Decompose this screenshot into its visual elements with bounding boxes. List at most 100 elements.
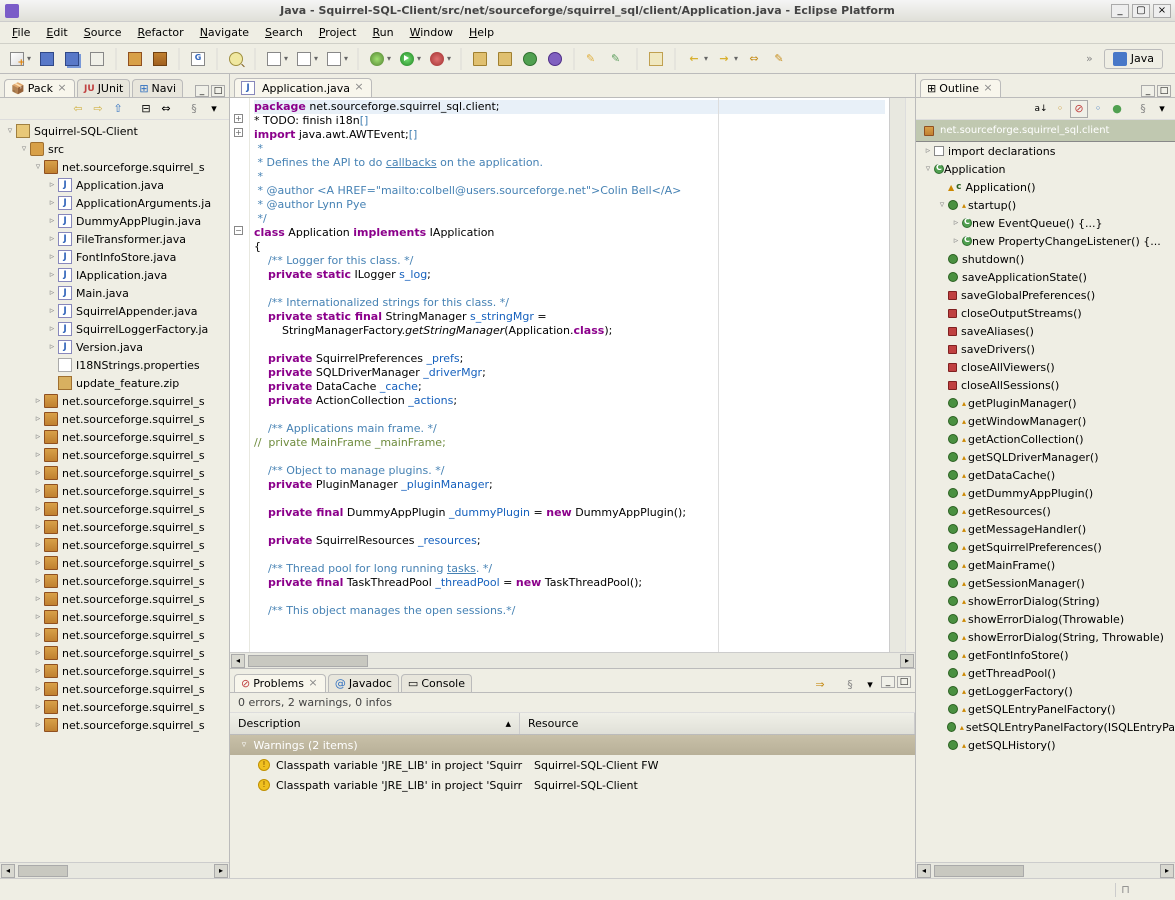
menu-edit[interactable]: Edit (38, 23, 75, 42)
maximize-button[interactable]: ▢ (1132, 4, 1150, 18)
tree-src[interactable]: ▿src (0, 140, 229, 158)
outline-method[interactable]: ▴getLoggerFactory() (916, 682, 1175, 700)
menu-navigate[interactable]: Navigate (192, 23, 257, 42)
tree-pkg[interactable]: ▹net.sourceforge.squirrel_s (0, 536, 229, 554)
outline-method[interactable]: ▴showErrorDialog(String) (916, 592, 1175, 610)
tab-package-explorer[interactable]: 📦Pack× (4, 79, 75, 97)
menu-run[interactable]: Run (365, 23, 402, 42)
outline-constructor[interactable]: ▲cApplication() (916, 178, 1175, 196)
view-menu-icon[interactable]: § (1134, 100, 1152, 118)
save-all-button[interactable] (61, 48, 83, 70)
outline-method[interactable]: ▴getPluginManager() (916, 394, 1175, 412)
tree-pkg-main[interactable]: ▿net.sourceforge.squirrel_s (0, 158, 229, 176)
outline-method[interactable]: ▴getThreadPool() (916, 664, 1175, 682)
new-button[interactable] (6, 48, 28, 70)
gc-icon[interactable]: ⊓ (1115, 883, 1135, 897)
link-editor-icon[interactable]: ⇔ (157, 101, 175, 117)
tree-file[interactable]: ▹JVersion.java (0, 338, 229, 356)
tree-pkg[interactable]: ▹net.sourceforge.squirrel_s (0, 716, 229, 734)
outline-class[interactable]: ▿Application (916, 160, 1175, 178)
tree-file[interactable]: update_feature.zip (0, 374, 229, 392)
new-java-if[interactable] (544, 48, 566, 70)
outline-method[interactable]: closeAllSessions() (916, 376, 1175, 394)
outline-anon-class[interactable]: ▹new PropertyChangeListener() {... (916, 232, 1175, 250)
editor-hscrollbar[interactable]: ◂▸ (230, 652, 915, 668)
perspective-java[interactable]: Java (1104, 49, 1163, 69)
menu-window[interactable]: Window (402, 23, 461, 42)
new-java-project[interactable] (469, 48, 491, 70)
tab-outline[interactable]: ⊞Outline× (920, 79, 1001, 97)
outline-method[interactable]: ▴getMessageHandler() (916, 520, 1175, 538)
close-button[interactable]: × (1153, 4, 1171, 18)
hide-fields-icon[interactable]: ◦ (1051, 100, 1069, 118)
sort-icon[interactable]: a↓ (1032, 100, 1050, 118)
forward-button[interactable]: → (713, 48, 735, 70)
hide-nonpublic-icon[interactable]: ◦ (1089, 100, 1107, 118)
hide-static-icon[interactable]: ⊘ (1070, 100, 1088, 118)
annotate-button[interactable] (263, 48, 285, 70)
outline-method[interactable]: saveApplicationState() (916, 268, 1175, 286)
ext-tools-button[interactable] (426, 48, 448, 70)
minimize-button[interactable]: _ (1111, 4, 1129, 18)
menu-search[interactable]: Search (257, 23, 311, 42)
menu-source[interactable]: Source (76, 23, 130, 42)
outline-method[interactable]: ▴getDummyAppPlugin() (916, 484, 1175, 502)
menu-file[interactable]: File (4, 23, 38, 42)
menu-refactor[interactable]: Refactor (130, 23, 192, 42)
package-explorer-tree[interactable]: ▿Squirrel-SQL-Client▿src▿net.sourceforge… (0, 120, 229, 862)
outline-method[interactable]: ▴getDataCache() (916, 466, 1175, 484)
back-icon[interactable]: ⇦ (69, 101, 87, 117)
filter-icon[interactable]: § (185, 101, 203, 117)
forward-icon[interactable]: ⇨ (89, 101, 107, 117)
outline-method[interactable]: saveDrivers() (916, 340, 1175, 358)
outline-method[interactable]: saveAliases() (916, 322, 1175, 340)
open-type-button[interactable]: G (187, 48, 209, 70)
tree-pkg[interactable]: ▹net.sourceforge.squirrel_s (0, 482, 229, 500)
tree-pkg[interactable]: ▹net.sourceforge.squirrel_s (0, 608, 229, 626)
search-button[interactable] (225, 48, 247, 70)
outline-method[interactable]: ▴getActionCollection() (916, 430, 1175, 448)
outline-method[interactable]: ▴setSQLEntryPanelFactory(ISQLEntryPa (916, 718, 1175, 736)
tree-project[interactable]: ▿Squirrel-SQL-Client (0, 122, 229, 140)
back-button[interactable]: ← (683, 48, 705, 70)
outline-method[interactable]: ▴getSQLEntryPanelFactory() (916, 700, 1175, 718)
tab-javadoc[interactable]: @Javadoc (328, 674, 399, 692)
outline-hscrollbar[interactable]: ◂▸ (916, 862, 1175, 878)
tab-navigator[interactable]: ⊞Navi (132, 79, 183, 97)
hscrollbar[interactable]: ◂▸ (0, 862, 229, 878)
debug-button[interactable] (366, 48, 388, 70)
link-button[interactable]: ⇔ (743, 48, 765, 70)
outline-method[interactable]: ▴getSquirrelPreferences() (916, 538, 1175, 556)
print-button[interactable] (86, 48, 108, 70)
editor-tab-application[interactable]: J Application.java × (234, 78, 372, 97)
new-java-pkg[interactable] (494, 48, 516, 70)
tree-pkg[interactable]: ▹net.sourceforge.squirrel_s (0, 428, 229, 446)
tree-pkg[interactable]: ▹net.sourceforge.squirrel_s (0, 626, 229, 644)
outline-method[interactable]: closeOutputStreams() (916, 304, 1175, 322)
outline-method[interactable]: ▴showErrorDialog(String, Throwable) (916, 628, 1175, 646)
outline-method[interactable]: ▴getFontInfoStore() (916, 646, 1175, 664)
wand2-button[interactable]: ✎ (607, 48, 629, 70)
menu-project[interactable]: Project (311, 23, 365, 42)
hide-local-icon[interactable]: ● (1108, 100, 1126, 118)
tab-console[interactable]: ▭Console (401, 674, 472, 692)
tree-pkg[interactable]: ▹net.sourceforge.squirrel_s (0, 554, 229, 572)
open-resource[interactable] (645, 48, 667, 70)
outline-startup[interactable]: ▿▴startup() (916, 196, 1175, 214)
tree-pkg[interactable]: ▹net.sourceforge.squirrel_s (0, 446, 229, 464)
view-menu-icon[interactable]: § (841, 676, 859, 692)
menu-icon[interactable]: ▾ (1153, 100, 1171, 118)
wand-button[interactable]: ✎ (582, 48, 604, 70)
nav-back-button[interactable] (293, 48, 315, 70)
editor[interactable]: ++− package net.sourceforge.squirrel_sql… (230, 98, 915, 652)
menu-help[interactable]: Help (461, 23, 502, 42)
tree-pkg[interactable]: ▹net.sourceforge.squirrel_s (0, 644, 229, 662)
maximize-view-icon[interactable]: □ (897, 676, 911, 688)
problems-group-warnings[interactable]: ▿ Warnings (2 items) (230, 735, 915, 755)
tree-pkg[interactable]: ▹net.sourceforge.squirrel_s (0, 464, 229, 482)
outline-method[interactable]: ▴getResources() (916, 502, 1175, 520)
tree-file[interactable]: ▹JMain.java (0, 284, 229, 302)
menu-icon[interactable]: ▾ (205, 101, 223, 117)
tree-file[interactable]: ▹JFileTransformer.java (0, 230, 229, 248)
outline-method[interactable]: closeAllViewers() (916, 358, 1175, 376)
